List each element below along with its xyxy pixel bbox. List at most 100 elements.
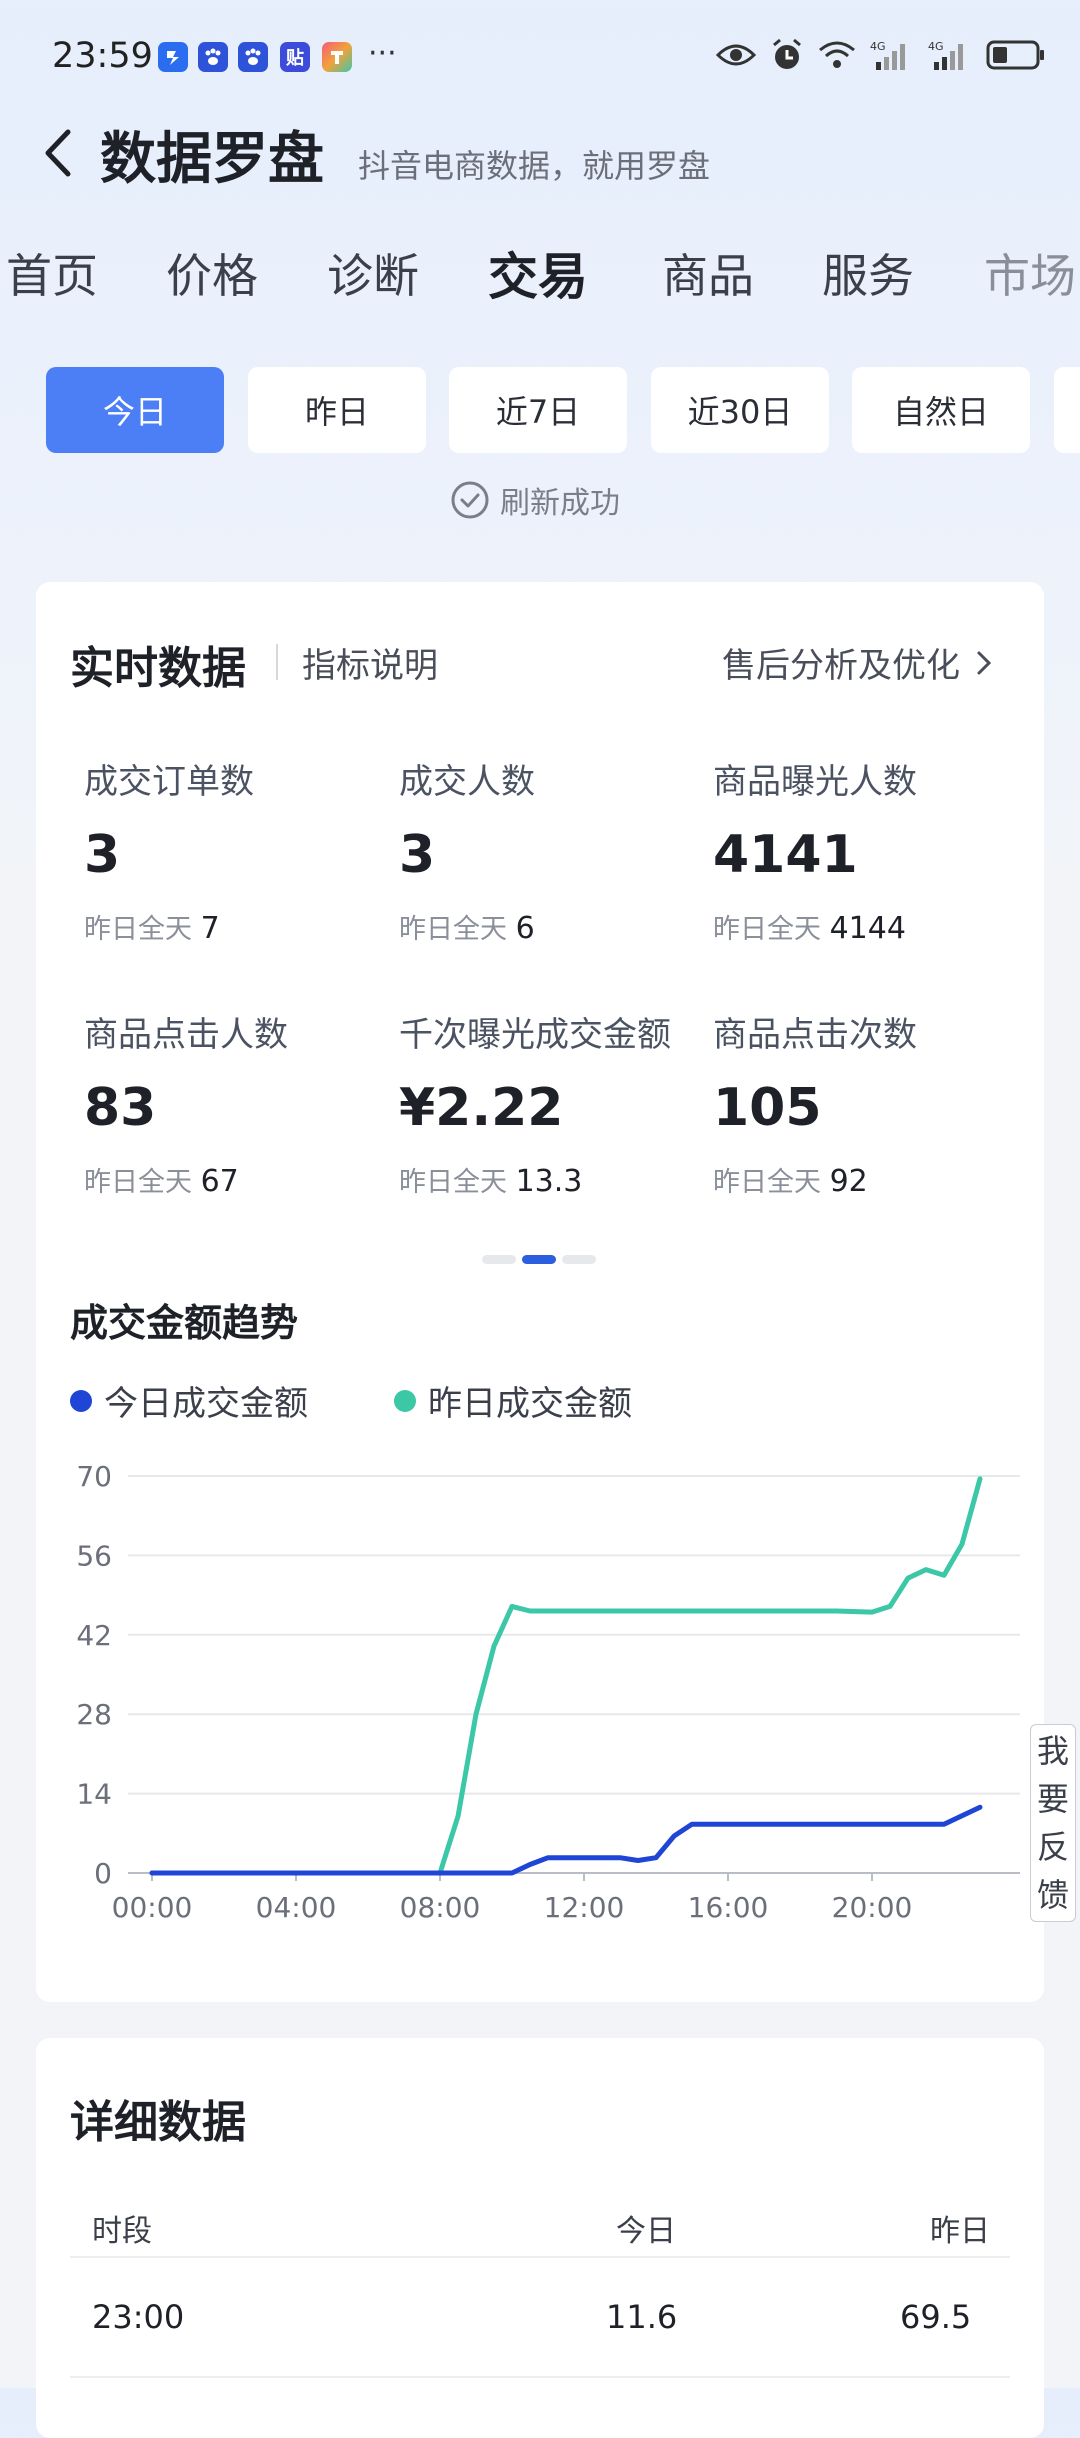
page-dot-active [522,1255,556,1264]
refresh-status: 刷新成功 [450,478,620,522]
legend-yesterday[interactable]: 昨日成交金额 [394,1376,632,1425]
metric-label: 商品点击次数 [713,1015,917,1055]
alarm-icon [773,38,801,69]
metric-help-link[interactable]: 指标说明 [302,638,438,687]
after-sales-link[interactable]: 售后分析及优化 [722,638,994,687]
app-square-icon [158,42,188,72]
tab-market[interactable]: 市场 [984,240,1076,306]
metric-value: 105 [713,1078,822,1138]
page-dot [562,1255,596,1264]
series-line-yesterday [149,1476,983,1876]
metric-yesterday-value: 6 [515,911,535,946]
series-line-today [149,1804,983,1876]
metric-value: 83 [84,1078,157,1138]
date-filter-today[interactable]: 今日 [46,367,224,453]
metric-value: 3 [84,825,121,885]
refresh-text: 刷新成功 [500,486,620,521]
metric-buyers[interactable]: 成交人数 3 昨日全天 6 [399,754,699,946]
tab-diagnosis[interactable]: 诊断 [327,240,419,306]
colorful-app-icon [322,42,352,72]
status-time: 23:59 [52,36,153,76]
trend-title: 成交金额趋势 [70,1301,299,1345]
battery-icon [986,40,1044,70]
svg-text:4G: 4G [870,40,886,53]
date-filter-30days[interactable]: 近30日 [651,367,829,453]
legend-label: 昨日成交金额 [428,1384,632,1424]
metric-gpm[interactable]: 千次曝光成交金额 ¥2.22 昨日全天 13.3 [399,1007,699,1199]
feedback-button[interactable]: 我 要 反 馈 [1030,1724,1076,1922]
divider [70,2376,1010,2378]
x-tick-label: 08:00 [400,1891,481,1924]
cell-today: 11.6 [606,2298,678,2336]
metric-yesterday-label: 昨日全天 [713,914,821,945]
date-filter-yesterday[interactable]: 昨日 [248,367,426,453]
y-tick-label: 14 [76,1778,112,1811]
metric-yesterday-label: 昨日全天 [399,914,507,945]
metric-yesterday-label: 昨日全天 [84,914,192,945]
metric-value: ¥2.22 [399,1078,564,1138]
legend-swatch-today [70,1389,92,1412]
y-tick-label: 42 [76,1619,112,1652]
metric-yesterday-value: 92 [829,1164,868,1199]
column-header-today: 今日 [616,2214,676,2249]
tab-price[interactable]: 价格 [166,240,258,306]
y-tick-label: 70 [76,1460,112,1493]
realtime-title: 实时数据 [70,643,246,694]
column-header-yesterday: 昨日 [930,2214,990,2249]
date-filter-natural-day[interactable]: 自然日 [852,367,1030,453]
metric-orders[interactable]: 成交订单数 3 昨日全天 7 [84,754,384,946]
metric-yesterday: 昨日全天 13.3 [399,1160,699,1199]
x-tick-label: 12:00 [544,1891,625,1924]
x-tick-label: 20:00 [832,1891,913,1924]
chevron-right-icon [977,651,992,674]
svg-text:4G: 4G [928,40,944,53]
metric-label: 商品点击人数 [84,1015,288,1055]
metric-exposure-users[interactable]: 商品曝光人数 4141 昨日全天 4144 [713,754,1013,946]
legend-swatch-yesterday [394,1389,416,1412]
tab-home[interactable]: 首页 [6,240,98,306]
signal-4g-icon: 4G [870,40,905,70]
tab-service[interactable]: 服务 [822,240,914,306]
trend-chart[interactable]: 0 14 28 42 56 70 00:00 04:00 08:00 12:00 16:00 20:0… [36,1440,1036,1940]
metric-yesterday: 昨日全天 6 [399,907,699,946]
x-tick-label: 16:00 [688,1891,769,1924]
metric-yesterday: 昨日全天 7 [84,907,384,946]
metric-yesterday-value: 67 [200,1164,239,1199]
y-tick-label: 0 [94,1857,112,1890]
date-filter-7days[interactable]: 近7日 [449,367,627,453]
signal-4g-icon: 4G [928,40,963,70]
y-tick-label: 56 [76,1539,112,1572]
x-tick-label: 00:00 [112,1891,193,1924]
y-tick-label: 28 [76,1698,112,1731]
metric-yesterday-value: 4144 [829,911,906,946]
baidu-paw-icon [238,42,268,72]
feedback-char: 馈 [1036,1876,1069,1914]
page-indicator [482,1255,596,1264]
cell-period: 23:00 [92,2298,185,2336]
tab-goods[interactable]: 商品 [662,240,754,306]
back-button[interactable] [38,120,78,190]
feedback-char: 反 [1036,1828,1069,1866]
main-tabs: 首页 价格 诊断 交易 商品 服务 市场 [0,240,1080,320]
metric-yesterday: 昨日全天 92 [713,1160,1013,1199]
feedback-char: 要 [1036,1780,1069,1818]
page-title: 数据罗盘 [100,127,324,192]
page-subtitle: 抖音电商数据，就用罗盘 [358,147,711,185]
eye-icon [716,44,756,66]
legend-today[interactable]: 今日成交金额 [70,1376,308,1425]
tab-trade[interactable]: 交易 [488,240,588,309]
tieba-label: 贴 [286,48,304,69]
metric-yesterday: 昨日全天 67 [84,1160,384,1199]
wifi-icon [819,41,855,68]
x-tick-label: 04:00 [256,1891,337,1924]
metric-click-users[interactable]: 商品点击人数 83 昨日全天 67 [84,1007,384,1199]
metric-label: 成交订单数 [84,762,254,802]
metric-clicks[interactable]: 商品点击次数 105 昨日全天 92 [713,1007,1013,1199]
more-notifications-icon: ··· [368,36,397,71]
page-dot [482,1255,516,1264]
metric-value: 4141 [713,825,858,885]
date-filter-more[interactable] [1054,367,1080,453]
metric-yesterday-value: 13.3 [515,1164,583,1199]
metric-yesterday: 昨日全天 4144 [713,907,1013,946]
metric-label: 千次曝光成交金额 [399,1015,671,1055]
